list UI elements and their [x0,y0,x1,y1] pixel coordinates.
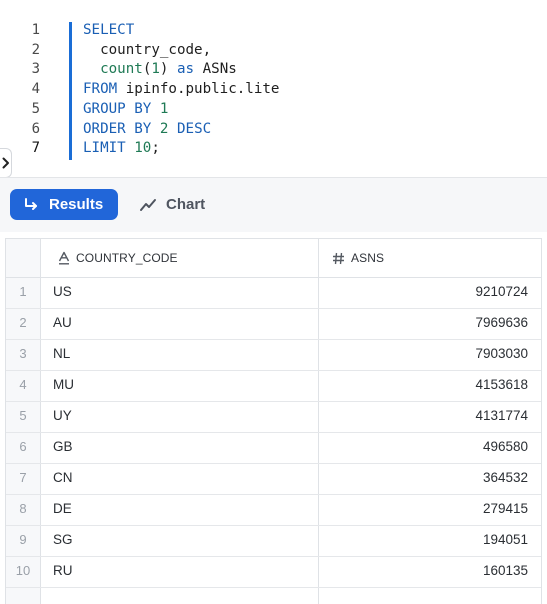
code-token: 1 [151,61,160,78]
cell-country-code[interactable]: SG [53,525,73,555]
table-row[interactable]: 2 AU 7969636 [6,308,541,340]
cell-country-code[interactable]: US [53,277,72,307]
row-number: 9 [19,532,27,547]
table-row[interactable]: 6 GB 496580 [6,432,541,464]
line-chart-icon [139,196,157,214]
table-row[interactable]: 8 DE 279415 [6,494,541,526]
table-row[interactable]: 9 SG 194051 [6,525,541,557]
cell-country-code[interactable]: NL [53,339,70,369]
row-number: 8 [19,501,27,516]
code-token: country_code, [83,41,212,58]
line-number: 2 [31,41,40,58]
code-line: FROM ipinfo.public.lite [83,79,279,99]
table-row[interactable]: 5 UY 4131774 [6,401,541,433]
row-number: 4 [19,377,27,392]
code-token: LIMIT [83,140,126,157]
chart-tab-label: Chart [166,196,206,213]
code-token: ) [159,61,177,78]
line-number: 3 [31,61,40,78]
grid-header: COUNTRY_CODE ASNS [6,239,541,278]
code-token: ipinfo.public.lite [117,81,280,98]
row-number: 1 [19,284,27,299]
cell-country-code[interactable]: UY [53,401,72,431]
results-tab-label: Results [49,196,104,213]
row-number: 6 [19,439,27,454]
row-number: 2 [19,315,27,330]
row-number: 5 [19,408,27,423]
cell-country-code[interactable]: GB [53,432,73,462]
text-type-icon [58,251,70,265]
row-number: 7 [19,470,27,485]
column-header-label: ASNS [351,251,385,265]
hash-icon [332,252,345,265]
cell-asns[interactable]: 4131774 [475,401,528,431]
code-line: LIMIT 10; [83,138,160,158]
cell-asns[interactable]: 160135 [483,556,528,586]
cell-country-code[interactable]: DE [53,494,72,524]
cell-asns[interactable]: 194051 [483,525,528,555]
code-token: 1 [159,100,169,117]
code-token: as [177,61,195,78]
header-column-divider [318,239,319,277]
cell-country-code[interactable]: RU [53,556,73,586]
code-line: country_code, [83,40,211,60]
column-header-label: COUNTRY_CODE [76,251,178,265]
cell-asns[interactable]: 9210724 [475,277,528,307]
row-number: 10 [15,563,31,578]
cell-asns[interactable]: 4153618 [475,370,528,400]
cell-country-code[interactable]: AU [53,308,72,338]
return-arrow-icon [22,196,40,214]
sql-editor[interactable]: 1234567 SELECT country_code, count(1) as… [0,0,547,177]
line-number: 4 [31,81,40,98]
code-token: GROUP BY [83,100,152,117]
line-number: 6 [31,120,40,137]
results-tab-button[interactable]: Results [10,189,118,220]
line-number: 1 [31,22,40,38]
row-number: 3 [19,346,27,361]
code-token: ASNs [194,61,237,78]
results-grid: COUNTRY_CODE ASNS 1 US 9210724 2 AU 7969636 3 N… [5,238,542,604]
code-line: GROUP BY 1 [83,99,168,119]
code-token: 10 [134,140,152,157]
table-row[interactable]: 7 CN 364532 [6,463,541,495]
code-line: SELECT [83,20,134,40]
chart-tab-button[interactable]: Chart [139,189,205,220]
line-number: 5 [31,100,40,117]
header-corner-cell [6,239,41,277]
column-header-country-code[interactable]: COUNTRY_CODE [58,239,178,277]
active-statement-indicator [69,22,72,160]
cell-asns[interactable]: 496580 [483,432,528,462]
code-token: DESC [176,120,212,137]
code-token: ; [151,140,160,157]
table-row[interactable]: 4 MU 4153618 [6,370,541,402]
code-token: ORDER BY [83,120,152,137]
table-row[interactable]: 3 NL 7903030 [6,339,541,371]
code-line: count(1) as ASNs [83,59,237,79]
code-line: ORDER BY 2 DESC [83,119,211,139]
results-toolbar: Results Chart [0,177,547,232]
cell-country-code[interactable]: MU [53,370,74,400]
code-token: count [100,61,143,78]
chevron-right-icon [2,157,10,169]
cell-asns[interactable]: 279415 [483,494,528,524]
table-row[interactable]: 10 RU 160135 [6,556,541,588]
table-row[interactable]: 1 US 9210724 [6,277,541,309]
code-token: FROM [83,81,118,98]
expand-panel-button[interactable] [0,148,12,178]
cell-asns[interactable]: 7969636 [475,308,528,338]
cell-asns[interactable]: 7903030 [475,339,528,369]
cell-asns[interactable]: 364532 [483,463,528,493]
cell-country-code[interactable]: CN [53,463,73,493]
code-token: SELECT [83,22,135,38]
column-header-asns[interactable]: ASNS [332,239,384,277]
